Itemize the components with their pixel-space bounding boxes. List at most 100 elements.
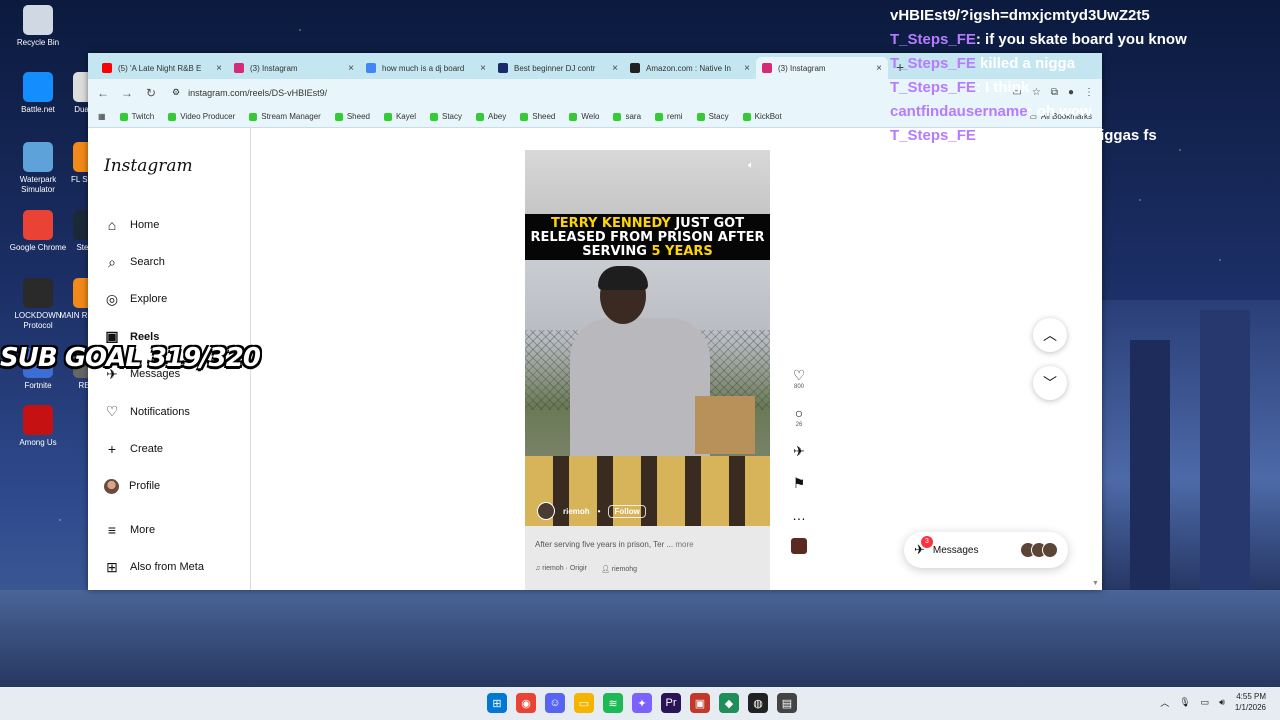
copilot-icon[interactable]: ✦ — [632, 693, 652, 713]
close-icon[interactable]: × — [216, 63, 222, 74]
app-icon[interactable]: ◆ — [719, 693, 739, 713]
scroll-down-icon[interactable]: ▼ — [1092, 580, 1100, 588]
browser-tab[interactable]: Amazon.com : Native In × — [624, 57, 756, 79]
nav-profile[interactable]: Profile — [104, 468, 250, 505]
audio-link[interactable]: ♫ riemoh · Origir — [535, 565, 587, 573]
nav-also-from-meta[interactable]: ⊞ Also from Meta — [104, 549, 250, 586]
windows-start-icon[interactable]: ⊞ — [487, 693, 507, 713]
close-icon[interactable]: × — [612, 63, 618, 74]
bookmark-favicon-icon — [742, 112, 751, 121]
nav-explore[interactable]: ◎ Explore — [104, 281, 250, 318]
address-bar[interactable]: ⚙ instagram.com/reels/DS-vHBIEst9/ — [168, 82, 1003, 103]
apps-icon[interactable]: ▦ — [98, 112, 106, 121]
browser-tab[interactable]: (3) Instagram × — [756, 57, 888, 79]
nav-label: Profile — [129, 480, 161, 493]
chat-message: T_Steps_FE: yea 2 different niggas fs — [890, 124, 1280, 148]
author-username[interactable]: riemoh — [563, 507, 590, 516]
save-action[interactable]: ⚑ — [793, 474, 806, 492]
app-icon[interactable]: ▤ — [777, 693, 797, 713]
bookmark-item[interactable]: remi — [655, 112, 683, 121]
share-action[interactable]: ✈ — [793, 442, 805, 460]
avatar — [104, 478, 119, 494]
bookmark-label: remi — [667, 112, 683, 121]
nav-create[interactable]: + Create — [104, 430, 250, 467]
nav-more[interactable]: ≡ More — [104, 511, 250, 548]
spotify-icon[interactable]: ≋ — [603, 693, 623, 713]
bookmark-item[interactable]: Welo — [569, 112, 599, 121]
tab-favicon — [366, 63, 376, 73]
reel-video[interactable]: 🔈︎ TERRY KENNEDY JUST GOT RELEASED FROM … — [525, 150, 770, 590]
network-icon[interactable]: ▭ — [1201, 697, 1210, 708]
bookmark-item[interactable]: Sheed — [520, 112, 555, 121]
bookmark-item[interactable]: sara — [613, 112, 641, 121]
bookmark-item[interactable]: KickBot — [742, 112, 782, 121]
volume-icon[interactable]: 🔊︎ — [1219, 697, 1225, 708]
plus-icon: + — [107, 441, 117, 458]
bookmark-item[interactable]: Stacy — [696, 112, 729, 121]
browser-tab[interactable]: (3) Instagram × — [228, 57, 360, 79]
stream-chat-overlay: vHBIEst9/?igsh=dmxjcmtyd3UwZ2t5 T_Steps_F… — [890, 4, 1280, 148]
bookmark-favicon-icon — [520, 112, 529, 121]
bookmark-item[interactable]: Sheed — [334, 112, 370, 121]
file-explorer-icon[interactable]: ▭ — [574, 693, 594, 713]
bookmark-item[interactable]: Twitch — [119, 112, 154, 121]
desktop-app-icon — [23, 142, 53, 172]
author-avatar[interactable] — [537, 502, 555, 520]
follow-button[interactable]: Follow — [608, 504, 646, 518]
caption-more-link[interactable]: more — [675, 540, 693, 549]
back-icon[interactable]: ← — [96, 86, 110, 100]
clock[interactable]: 4:55 PM 1/1/2026 — [1235, 691, 1266, 713]
audio-mute-icon[interactable]: 🔈︎ — [748, 160, 762, 174]
audio-thumbnail[interactable] — [791, 538, 807, 554]
chat-message: T_Steps_FE: I think — [890, 76, 1280, 100]
close-icon[interactable]: × — [744, 63, 750, 74]
explore-icon: ◎ — [105, 290, 119, 307]
browser-tab[interactable]: Best beginner DJ contr × — [492, 57, 624, 79]
browser-tab[interactable]: (5) 'A Late Night R&B E × — [96, 57, 228, 79]
instagram-logo[interactable]: Instagram — [104, 156, 250, 176]
messages-button[interactable]: ✈ 3 Messages — [904, 532, 1068, 568]
chat-username: T_Steps_FE — [890, 31, 976, 48]
reload-icon[interactable]: ↻ — [144, 86, 158, 100]
premiere-icon[interactable]: Pr — [661, 693, 681, 713]
site-info-icon[interactable]: ⚙ — [172, 87, 180, 98]
bookmark-item[interactable]: Abey — [476, 112, 506, 121]
previous-reel-button[interactable]: ︿ — [1033, 318, 1067, 352]
desktop-icon[interactable]: Among Us — [8, 405, 68, 448]
comment-action[interactable]: ○ 26 — [795, 404, 803, 428]
bookmark-item[interactable]: Stream Manager — [249, 112, 321, 121]
bookmark-item[interactable]: Kayel — [383, 112, 416, 121]
desktop-icon[interactable]: Recycle Bin — [8, 5, 68, 48]
browser-tab[interactable]: how much is a dj board × — [360, 57, 492, 79]
chat-text: : I think — [975, 79, 1030, 96]
tab-favicon — [630, 63, 640, 73]
microphone-icon[interactable]: 🎙︎ — [1179, 697, 1190, 708]
close-icon[interactable]: × — [348, 63, 354, 74]
next-reel-button[interactable]: ﹀ — [1033, 366, 1067, 400]
chrome-icon[interactable]: ◉ — [516, 693, 536, 713]
chat-text: : oh wow — [1027, 103, 1092, 120]
bookmark-item[interactable]: Video Producer — [168, 112, 235, 121]
person-icon: 👤︎ — [600, 566, 612, 573]
nav-label: Explore — [130, 293, 168, 306]
tray-expand-icon[interactable]: ︿ — [1160, 696, 1169, 709]
tagged-user[interactable]: 👤︎ riemohg — [601, 565, 637, 573]
nav-home[interactable]: ⌂ Home — [104, 206, 250, 243]
app-icon[interactable]: ▣ — [690, 693, 710, 713]
close-icon[interactable]: × — [876, 63, 882, 74]
bookmark-list: Twitch Video Producer Stream Manager Sheed K… — [119, 112, 782, 121]
bookmark-favicon-icon — [569, 112, 578, 121]
obs-icon[interactable]: ◍ — [748, 693, 768, 713]
tab-favicon — [762, 63, 772, 73]
bookmark-item[interactable]: Stacy — [429, 112, 462, 121]
nav-search[interactable]: ⌕ Search — [104, 243, 250, 280]
like-action[interactable]: ♡ 800 — [793, 366, 806, 390]
close-icon[interactable]: × — [480, 63, 486, 74]
tab-title: (5) 'A Late Night R&B E — [118, 63, 202, 73]
bookmark-favicon-icon — [383, 112, 392, 121]
chat-username: T_Steps_FE — [890, 127, 976, 144]
options-action[interactable]: … — [792, 506, 806, 524]
forward-icon[interactable]: → — [120, 86, 134, 100]
discord-icon[interactable]: ☺ — [545, 693, 565, 713]
nav-notifications[interactable]: ♡ Notifications — [104, 393, 250, 430]
